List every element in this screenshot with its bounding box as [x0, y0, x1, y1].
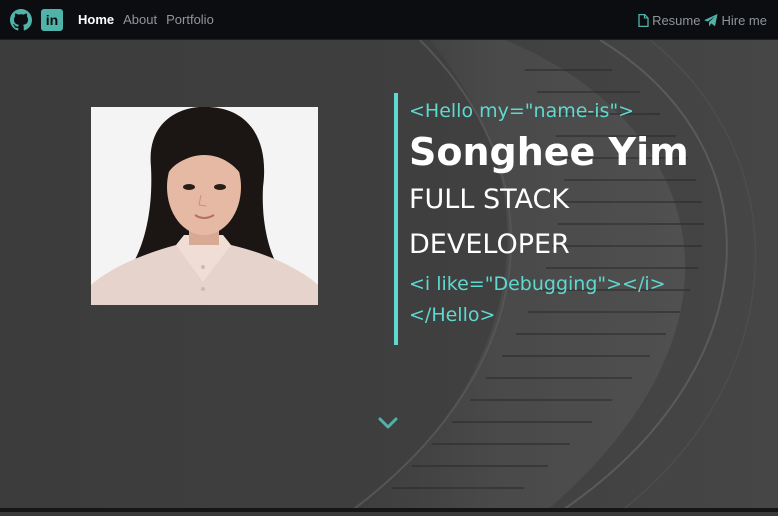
chevron-down-icon[interactable]: [378, 416, 398, 430]
resume-label: Resume: [652, 12, 701, 28]
nav-links: Home About Portfolio: [78, 12, 214, 27]
role-title-line2: DEVELOPER: [409, 229, 570, 260]
nav-about-link[interactable]: About: [123, 12, 157, 27]
paper-plane-icon: [704, 13, 718, 27]
role-title-line1: FULL STACK: [409, 184, 570, 215]
profile-photo: [91, 107, 318, 305]
linkedin-icon[interactable]: in: [41, 8, 63, 31]
hire-me-link[interactable]: Hire me: [704, 13, 767, 28]
open-tag-text: <Hello my="name-is">: [409, 100, 635, 122]
nav-actions: Resume Hire me: [638, 0, 767, 40]
close-tag-text: </Hello>: [409, 304, 496, 326]
intro-block: <Hello my="name-is"> Songhee Yim FULL ST…: [394, 93, 689, 345]
nav-portfolio-link[interactable]: Portfolio: [166, 12, 214, 27]
resume-link[interactable]: Resume: [638, 13, 700, 28]
github-icon[interactable]: [10, 8, 32, 31]
developer-name: Songhee Yim: [409, 130, 689, 174]
hire-me-label: Hire me: [721, 12, 767, 28]
section-divider: [0, 508, 778, 512]
file-icon: [638, 13, 649, 27]
nav-home-link[interactable]: Home: [78, 12, 114, 27]
navbar: in Home About Portfolio Resume Hire me: [0, 0, 778, 40]
like-tag-text: <i like="Debugging"></i>: [409, 273, 666, 295]
social-links: in: [10, 8, 63, 31]
hero-section: <Hello my="name-is"> Songhee Yim FULL ST…: [0, 40, 778, 512]
